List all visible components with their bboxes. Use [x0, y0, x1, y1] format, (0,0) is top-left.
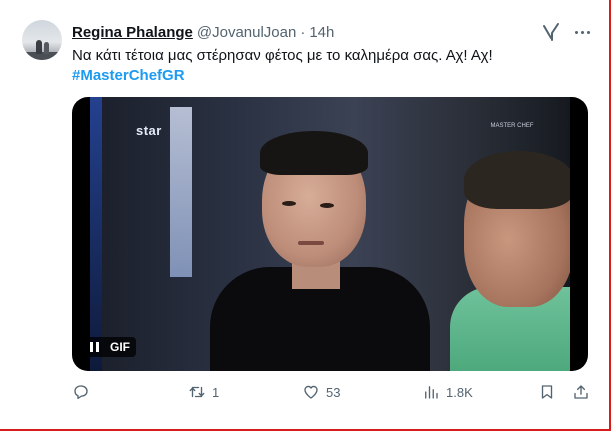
stage-light-panel — [170, 107, 192, 277]
retweet-button[interactable]: 1 — [188, 380, 219, 404]
gif-badge: GIF — [104, 337, 136, 357]
pause-icon[interactable] — [84, 337, 104, 357]
views-count: 1.8K — [446, 384, 473, 400]
tweet-text: Να κάτι τέτοια μας στέρησαν φέτος με το … — [72, 47, 493, 64]
bookmark-button[interactable] — [538, 380, 556, 404]
views-button[interactable]: 1.8K — [422, 380, 473, 404]
views-icon — [425, 386, 438, 399]
like-count: 53 — [326, 384, 341, 400]
share-icon — [574, 385, 588, 399]
hashtag-link[interactable]: #MasterChefGR — [72, 66, 185, 86]
separator-dot: · — [300, 23, 306, 41]
stage-light — [90, 97, 102, 371]
action-bar: 1 53 1.8K — [72, 380, 592, 404]
retweet-icon — [189, 386, 205, 398]
tweet-time[interactable]: 14h — [309, 24, 334, 41]
more-icon[interactable] — [572, 22, 592, 42]
author-name[interactable]: Regina Phalange — [72, 24, 193, 41]
heart-icon — [304, 385, 318, 399]
tweet[interactable]: Regina Phalange @JovanulJoan · 14h Να κά… — [0, 0, 609, 429]
show-logo: MASTER CHEF — [490, 123, 534, 129]
retweet-count: 1 — [212, 384, 220, 400]
person-right — [450, 137, 570, 371]
share-button[interactable] — [572, 380, 590, 404]
gif-scene: star MASTER CHEF — [90, 97, 570, 371]
reply-icon — [74, 385, 88, 400]
avatar-figure — [36, 40, 42, 54]
tweet-header: Regina Phalange @JovanulJoan · 14h — [72, 22, 334, 42]
avatar-figure — [44, 42, 49, 54]
bookmark-icon — [541, 385, 553, 399]
grok-icon[interactable] — [541, 22, 561, 42]
person-left — [200, 127, 430, 371]
like-button[interactable]: 53 — [302, 380, 340, 404]
avatar[interactable] — [22, 20, 62, 60]
author-handle[interactable]: @JovanulJoan — [197, 24, 296, 41]
channel-logo: star — [136, 123, 162, 138]
avatar-ground — [22, 52, 62, 60]
reply-button[interactable] — [72, 380, 96, 404]
gif-media[interactable]: star MASTER CHEF — [72, 97, 588, 371]
gif-controls: GIF — [84, 335, 136, 359]
